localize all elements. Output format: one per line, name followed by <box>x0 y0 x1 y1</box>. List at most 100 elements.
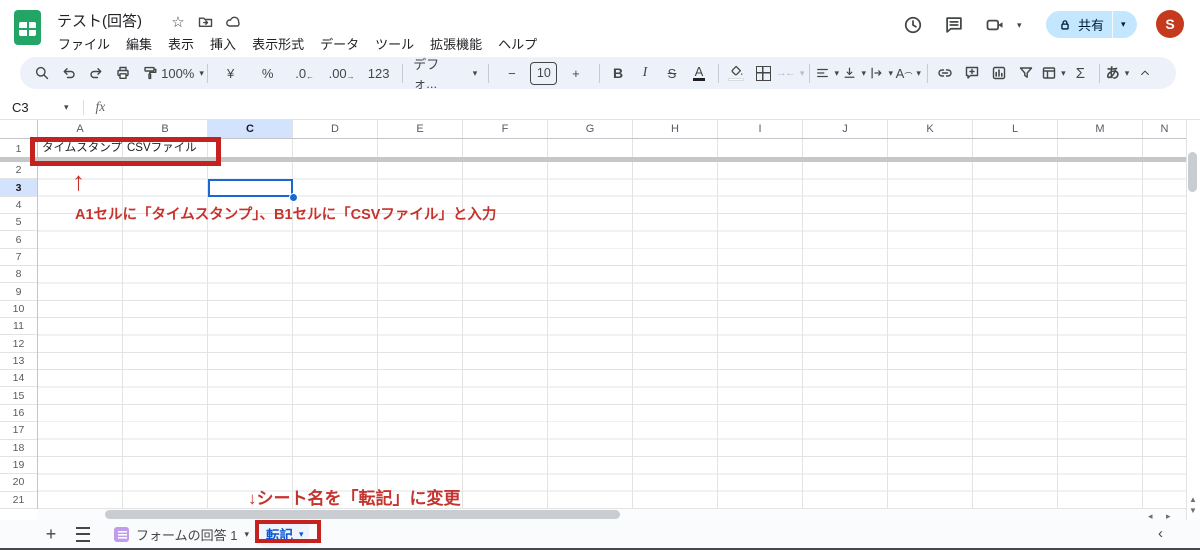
italic-button[interactable]: I <box>632 60 659 86</box>
undo-icon[interactable] <box>55 60 82 86</box>
column-header-F[interactable]: F <box>463 120 548 138</box>
column-header-L[interactable]: L <box>973 120 1058 138</box>
row-header-12[interactable]: 12 <box>0 335 37 352</box>
cloud-status-icon[interactable] <box>224 13 242 31</box>
share-button[interactable]: 共有 ▾ <box>1046 11 1137 38</box>
row-header-17[interactable]: 17 <box>0 422 37 439</box>
horizontal-scrollbar-thumb[interactable] <box>105 510 620 519</box>
merge-cells-button[interactable]: →← ▾ <box>777 60 804 86</box>
row-header-7[interactable]: 7 <box>0 249 37 266</box>
horizontal-align-button[interactable]: ▾ <box>814 60 841 86</box>
menu-insert[interactable]: 挿入 <box>202 31 244 56</box>
version-history-icon[interactable] <box>902 14 924 36</box>
bold-button[interactable]: B <box>605 60 632 86</box>
row-header-16[interactable]: 16 <box>0 405 37 422</box>
font-size-input[interactable]: 10 <box>530 60 557 86</box>
format-percent-button[interactable]: % <box>249 60 286 86</box>
row-header-21[interactable]: 21 <box>0 492 37 509</box>
document-title[interactable]: テスト(回答) <box>57 10 142 31</box>
column-header-J[interactable]: J <box>803 120 888 138</box>
all-sheets-icon[interactable] <box>76 527 90 542</box>
column-header-H[interactable]: H <box>633 120 718 138</box>
insert-comment-icon[interactable] <box>959 60 986 86</box>
column-header-K[interactable]: K <box>888 120 973 138</box>
input-tools-button[interactable]: あ ▾ <box>1104 60 1131 86</box>
row-header-6[interactable]: 6 <box>0 231 37 248</box>
row-header-8[interactable]: 8 <box>0 266 37 283</box>
menu-file[interactable]: ファイル <box>50 31 118 56</box>
name-box-caret[interactable]: ▾ <box>64 102 69 113</box>
sheets-logo-icon[interactable] <box>14 10 41 45</box>
search-icon[interactable] <box>28 60 55 86</box>
vertical-align-button[interactable]: ▾ <box>841 60 868 86</box>
increase-font-size-button[interactable]: + <box>557 60 594 86</box>
row-header-20[interactable]: 20 <box>0 474 37 491</box>
row-header-15[interactable]: 15 <box>0 387 37 404</box>
create-filter-icon[interactable] <box>1013 60 1040 86</box>
column-header-I[interactable]: I <box>718 120 803 138</box>
column-header-B[interactable]: B <box>123 120 208 138</box>
text-rotation-button[interactable]: A⌒ ▾ <box>895 60 922 86</box>
sheet-tab-caret[interactable]: ▾ <box>244 529 249 540</box>
row-header-3[interactable]: 3 <box>0 179 37 196</box>
star-icon[interactable]: ☆ <box>169 13 187 31</box>
select-all-corner[interactable] <box>0 120 38 138</box>
row-header-9[interactable]: 9 <box>0 283 37 300</box>
menu-view[interactable]: 表示 <box>160 31 202 56</box>
sheet-tab-form-responses[interactable]: フォームの回答 1 ▾ <box>114 525 249 544</box>
comment-history-icon[interactable] <box>943 14 965 36</box>
name-box[interactable]: C3 <box>12 100 64 115</box>
meet-dropdown-caret[interactable]: ▾ <box>1017 20 1022 31</box>
column-header-C[interactable]: C <box>208 120 293 138</box>
decrease-font-size-button[interactable]: − <box>493 60 530 86</box>
meet-camera-icon[interactable] <box>984 14 1006 36</box>
row-header-11[interactable]: 11 <box>0 318 37 335</box>
share-dropdown-caret[interactable]: ▾ <box>1121 19 1126 30</box>
row-header-19[interactable]: 19 <box>0 457 37 474</box>
functions-button[interactable]: Σ <box>1067 60 1094 86</box>
strikethrough-button[interactable]: S <box>659 60 686 86</box>
text-color-button[interactable]: A <box>686 60 713 86</box>
formula-input[interactable] <box>105 95 1200 119</box>
more-formats-button[interactable]: 123 <box>360 60 397 86</box>
font-select[interactable]: デフォ... ▾ <box>407 60 483 86</box>
row-header-5[interactable]: 5 <box>0 214 37 231</box>
account-avatar[interactable]: S <box>1156 10 1184 38</box>
insert-chart-icon[interactable] <box>986 60 1013 86</box>
row-header-18[interactable]: 18 <box>0 440 37 457</box>
vertical-scrollbar-thumb[interactable] <box>1188 152 1197 192</box>
row-header-13[interactable]: 13 <box>0 353 37 370</box>
scroll-right-arrow[interactable]: ▸ <box>1166 511 1171 522</box>
add-sheet-button[interactable]: + <box>38 522 64 546</box>
fill-color-button[interactable] <box>723 60 750 86</box>
row-header-14[interactable]: 14 <box>0 370 37 387</box>
column-header-D[interactable]: D <box>293 120 378 138</box>
column-header-A[interactable]: A <box>38 120 123 138</box>
format-currency-button[interactable]: ¥ <box>212 60 249 86</box>
menu-help[interactable]: ヘルプ <box>490 31 545 56</box>
scroll-up-arrow[interactable]: ▲ <box>1189 495 1197 504</box>
row-header-10[interactable]: 10 <box>0 301 37 318</box>
selected-cell-C3[interactable] <box>208 179 293 197</box>
menu-tools[interactable]: ツール <box>367 31 422 56</box>
borders-button[interactable] <box>750 60 777 86</box>
data-views-button[interactable]: ▾ <box>1040 60 1067 86</box>
column-header-E[interactable]: E <box>378 120 463 138</box>
row-header-4[interactable]: 4 <box>0 197 37 214</box>
print-icon[interactable] <box>109 60 136 86</box>
scroll-left-arrow[interactable]: ◂ <box>1148 511 1153 522</box>
decrease-decimal-button[interactable]: .0← <box>286 60 323 86</box>
collapse-sidebar-chevron-icon[interactable]: ‹ <box>1158 525 1163 542</box>
scroll-down-arrow[interactable]: ▼ <box>1189 506 1197 515</box>
hide-menus-chevron-icon[interactable] <box>1131 60 1158 86</box>
menu-format[interactable]: 表示形式 <box>244 31 312 56</box>
menu-edit[interactable]: 編集 <box>118 31 160 56</box>
redo-icon[interactable] <box>82 60 109 86</box>
column-header-G[interactable]: G <box>548 120 633 138</box>
fill-handle[interactable] <box>289 193 298 202</box>
increase-decimal-button[interactable]: .00→ <box>323 60 360 86</box>
row-1-empty-cells[interactable] <box>208 139 1186 158</box>
text-wrap-button[interactable]: ▾ <box>868 60 895 86</box>
column-header-M[interactable]: M <box>1058 120 1143 138</box>
column-header-N[interactable]: N <box>1143 120 1186 138</box>
